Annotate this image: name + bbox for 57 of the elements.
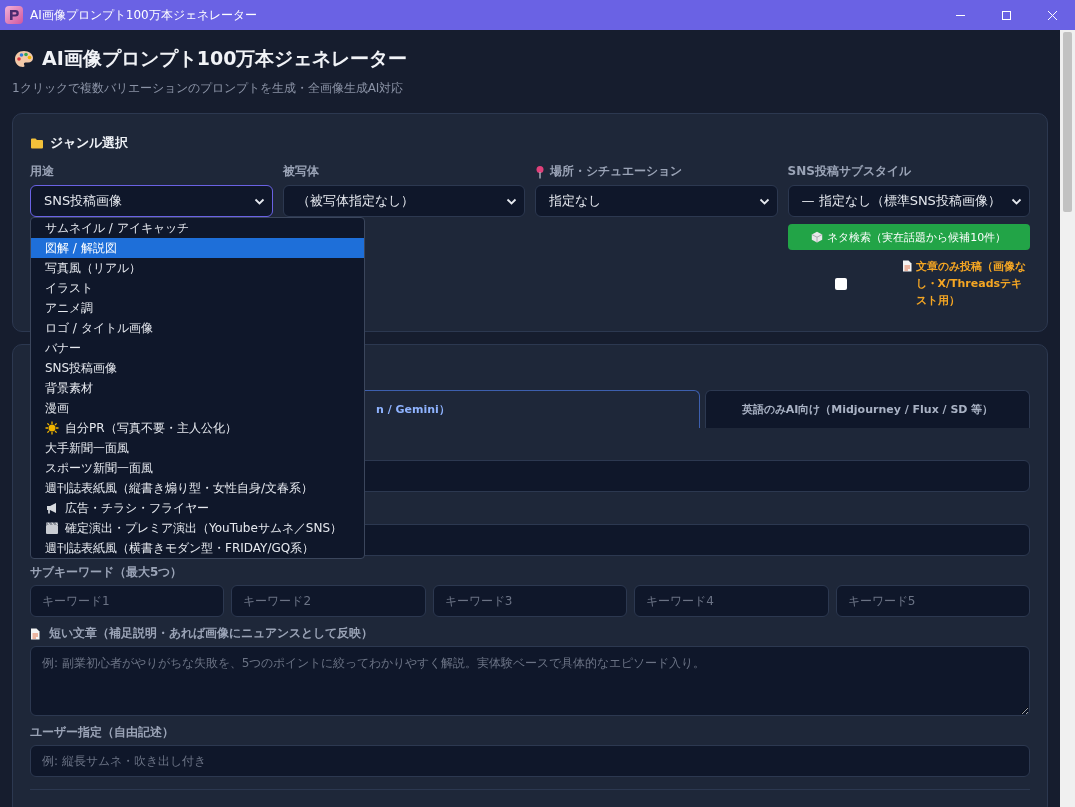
app-title: AI画像プロンプト100万本ジェネレーター: [42, 46, 408, 71]
maximize-icon: [1000, 9, 1012, 21]
keyword-field[interactable]: キーワード2: [231, 585, 426, 617]
dropdown-option[interactable]: 漫画: [31, 398, 364, 418]
dropdown-option[interactable]: 大手新聞一面風: [31, 438, 364, 458]
dice-icon: [811, 231, 824, 243]
field-label: 被写体: [282, 163, 319, 180]
keyword-field[interactable]: キーワード5: [835, 585, 1031, 617]
megaphone-icon: [45, 501, 59, 515]
dropdown-option[interactable]: スポーツ新聞一面風: [31, 458, 364, 478]
dropdown-option[interactable]: バナー: [31, 338, 364, 358]
dropdown-select[interactable]: （被写体指定なし）: [282, 185, 525, 217]
dropdown-option[interactable]: ロゴ / タイトル画像: [31, 318, 364, 338]
chevron-down-icon: [758, 197, 770, 205]
document-icon: [901, 260, 912, 272]
close-icon: [1046, 9, 1058, 21]
dropdown-option[interactable]: SNS投稿画像: [31, 358, 364, 378]
text-only-label: 文章のみ投稿（画像なし・X/Threadsテキスト用）: [915, 259, 1027, 309]
dropdown-select[interactable]: — 指定なし（標準SNS投稿画像）: [787, 185, 1030, 217]
field-label: 短い文章（補足説明・あれば画像にニュアンスとして反映）: [49, 625, 373, 642]
dropdown-option[interactable]: 週刊誌表紙風（縦書き煽り型・女性自身/文春系）: [31, 478, 364, 498]
app-subtitle: 1クリックで複数バリエーションのプロンプトを生成・全画像生成AI対応: [12, 80, 405, 97]
keyword-field[interactable]: キーワード3: [432, 585, 628, 617]
dropdown-option[interactable]: イラスト: [31, 278, 364, 298]
dropdown-option[interactable]: 週刊誌表紙風（横書きモダン型・FRIDAY/GQ系）: [31, 538, 364, 558]
dropdown-option[interactable]: アニメ調: [31, 298, 364, 318]
folder-icon: [30, 137, 44, 149]
dropdown-option[interactable]: 確定演出・プレミア演出（YouTubeサムネ／SNS）: [31, 518, 364, 538]
field-label: ユーザー指定（自由記述）: [30, 724, 174, 741]
dropdown-select[interactable]: 指定なし: [535, 185, 778, 217]
chevron-down-icon: [1011, 197, 1022, 205]
dropdown-option[interactable]: 写真風（リアル）: [31, 258, 364, 278]
field-label: SNS投稿サブスタイル: [787, 163, 911, 180]
tab[interactable]: 英語のみAI向け（Midjourney / Flux / SD 等）: [705, 390, 1030, 428]
scrollbar-thumb[interactable]: [1063, 32, 1072, 212]
section-heading: ジャンル選択: [50, 134, 128, 152]
short-text-field[interactable]: 例: 副業初心者がやりがちな失敗を、5つのポイントに絞ってわかりやすく解説。実体験ベースで具体的なエピソード入り。: [30, 646, 1030, 716]
pin-icon: [535, 164, 545, 179]
palette-icon: [14, 50, 34, 68]
dropdown-option[interactable]: サムネイル / アイキャッチ: [31, 218, 364, 238]
user-spec-field[interactable]: 例: 縦長サムネ・吹き出し付き: [30, 745, 1030, 777]
window-title: AI画像プロンプト100万本ジェネレーター: [30, 6, 258, 24]
clapperboard-icon: [45, 521, 59, 535]
chevron-down-icon: [253, 197, 265, 205]
keyword-field[interactable]: キーワード4: [634, 585, 829, 617]
dropdown-option[interactable]: 図解 / 解説図: [31, 238, 364, 258]
field-label: 場所・シチュエーション: [550, 163, 682, 180]
sun-icon: [45, 421, 59, 435]
dropdown-option[interactable]: 広告・チラシ・フライヤー: [31, 498, 364, 518]
scrollbar[interactable]: [1060, 30, 1075, 807]
field-label: 用途: [30, 163, 54, 180]
keyword-field[interactable]: キーワード1: [30, 585, 225, 617]
dropdown-select[interactable]: SNS投稿画像: [30, 185, 273, 217]
checkbox[interactable]: [834, 277, 847, 290]
field-label: サブキーワード（最大5つ）: [30, 564, 183, 581]
document-icon: [30, 627, 40, 640]
chevron-down-icon: [506, 197, 517, 205]
